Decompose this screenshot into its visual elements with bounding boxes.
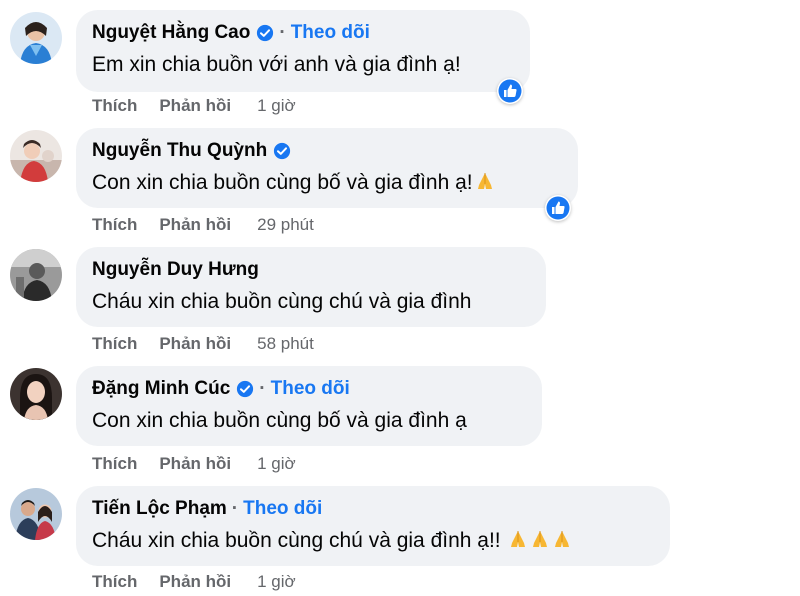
comment-text-content: Cháu xin chia buồn cùng chú và gia đình … [92,529,501,552]
comment-bubble: Nguyệt Hằng Cao · Theo dõi Em xin chia b… [76,10,530,92]
avatar[interactable] [10,12,62,64]
follow-button[interactable]: Theo dõi [243,498,322,520]
comment-text: Cháu xin chia buồn cùng chú và gia đình [92,290,472,313]
timestamp[interactable]: 1 giờ [257,96,296,116]
folded-hands-emoji-icon [475,171,495,191]
verified-badge-icon [273,142,291,160]
author-name[interactable]: Tiến Lộc Phạm [92,498,227,520]
author-name[interactable]: Đặng Minh Cúc [92,378,230,400]
avatar[interactable] [10,488,62,540]
timestamp[interactable]: 58 phút [257,334,314,354]
like-button[interactable]: Thích [92,572,137,592]
comment-bubble: Tiến Lộc Phạm · Theo dõi Cháu xin chia b… [76,486,670,566]
comment-bubble: Đặng Minh Cúc · Theo dõi Con xin chia bu… [76,366,542,446]
like-button[interactable]: Thích [92,96,137,116]
reply-button[interactable]: Phản hồi [159,572,231,592]
follow-button[interactable]: Theo dõi [271,378,350,400]
comment-bubble: Nguyễn Thu Quỳnh Con xin chia buồn cùng … [76,128,578,208]
author-name[interactable]: Nguyễn Duy Hưng [92,259,259,281]
reply-button[interactable]: Phản hồi [159,334,231,354]
separator-dot: · [259,378,266,399]
comment-text-content: Con xin chia buồn cùng bố và gia đình ạ! [92,171,473,194]
folded-hands-emoji-icon [530,529,550,549]
verified-badge-icon [236,380,254,398]
follow-button[interactable]: Theo dõi [291,22,370,44]
like-button[interactable]: Thích [92,454,137,474]
comment-text: Con xin chia buồn cùng bố và gia đình ạ [92,409,467,432]
timestamp[interactable]: 29 phút [257,215,314,235]
comment-bubble: Nguyễn Duy Hưng Cháu xin chia buồn cùng … [76,247,546,327]
author-name[interactable]: Nguyễn Thu Quỳnh [92,140,267,162]
separator-dot: · [279,22,286,43]
like-button[interactable]: Thích [92,334,137,354]
like-reaction-icon[interactable] [545,195,571,221]
author-name[interactable]: Nguyệt Hằng Cao [92,22,250,44]
folded-hands-emoji-icon [552,529,572,549]
avatar[interactable] [10,368,62,420]
comment-text: Em xin chia buồn với anh và gia đình ạ! [92,53,461,76]
like-reaction-icon[interactable] [497,78,523,104]
avatar[interactable] [10,249,62,301]
separator-dot: · [231,498,239,519]
timestamp[interactable]: 1 giờ [257,572,296,592]
comment-text: Con xin chia buồn cùng bố và gia đình ạ! [92,168,562,198]
reply-button[interactable]: Phản hồi [159,96,231,116]
reply-button[interactable]: Phản hồi [159,215,231,235]
like-button[interactable]: Thích [92,215,137,235]
comment-text: Cháu xin chia buồn cùng chú và gia đình … [92,526,654,556]
timestamp[interactable]: 1 giờ [257,454,296,474]
verified-badge-icon [256,24,274,42]
folded-hands-emoji-icon [508,529,528,549]
avatar[interactable] [10,130,62,182]
reply-button[interactable]: Phản hồi [159,454,231,474]
